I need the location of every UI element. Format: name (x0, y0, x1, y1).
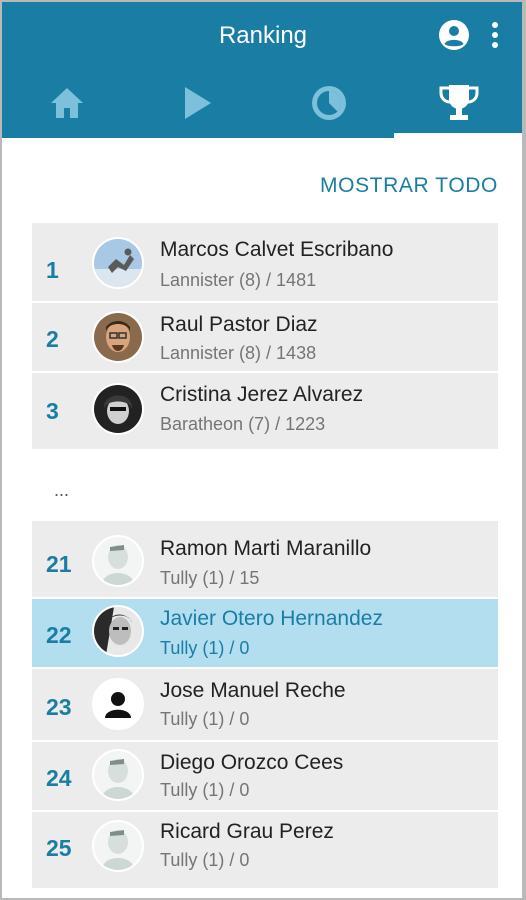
player-detail: Baratheon (7) / 1223 (160, 414, 326, 434)
player-detail: Tully (1) / 15 (160, 568, 260, 588)
ranking-row[interactable]: 2 Raul Pastor Diaz Lannister (8) / 1438 (32, 303, 498, 371)
player-name: Raul Pastor Diaz (160, 313, 318, 336)
player-name: Cristina Jerez Alvarez (160, 383, 364, 406)
player-name: Javier Otero Hernandez (160, 607, 383, 630)
rank-number: 22 (46, 622, 72, 648)
timer-icon (307, 81, 351, 125)
rank-number: 3 (46, 398, 59, 424)
trophy-icon (437, 81, 481, 125)
player-detail: Tully (1) / 0 (160, 850, 250, 870)
avatar (92, 820, 144, 872)
show-all-button[interactable]: MOSTRAR TODO (320, 174, 498, 198)
player-detail: Tully (1) / 0 (160, 780, 250, 800)
play-icon (177, 83, 217, 123)
avatar-placeholder-icon (92, 678, 144, 730)
player-name: Ricard Grau Perez (160, 820, 334, 843)
avatar (92, 535, 144, 587)
ranking-row-current-user[interactable]: 22 Javier Otero Hernandez Tully (1) / 0 (32, 599, 498, 667)
player-name: Ramon Marti Maranillo (160, 537, 372, 560)
ranking-row[interactable]: 3 Cristina Jerez Alvarez Baratheon (7) /… (32, 373, 498, 449)
app-frame: Ranking MOSTRAR TODO 1 Marcos Calvet Esc… (0, 0, 526, 900)
account-circle-icon[interactable] (438, 19, 470, 51)
more-vertical-icon[interactable] (487, 19, 503, 51)
avatar (92, 237, 144, 289)
rank-number: 21 (46, 551, 72, 577)
player-detail: Tully (1) / 0 (160, 638, 250, 658)
ranking-row[interactable]: 1 Marcos Calvet Escribano Lannister (8) … (32, 223, 498, 301)
active-tab-indicator (394, 133, 522, 138)
avatar (92, 749, 144, 801)
rank-number: 1 (46, 257, 59, 283)
tab-home[interactable] (2, 72, 132, 134)
rank-number: 25 (46, 835, 72, 861)
avatar (92, 605, 144, 657)
rank-number: 24 (46, 765, 72, 791)
home-icon (47, 83, 87, 123)
list-gap-ellipsis: ... (54, 480, 70, 500)
avatar (92, 311, 144, 363)
player-detail: Lannister (8) / 1438 (160, 343, 317, 363)
player-name: Jose Manuel Reche (160, 679, 346, 702)
player-detail: Tully (1) / 0 (160, 709, 250, 729)
app-bar: Ranking (2, 2, 522, 138)
ranking-row[interactable]: 24 Diego Orozco Cees Tully (1) / 0 (32, 742, 498, 810)
ranking-row[interactable]: 25 Ricard Grau Perez Tully (1) / 0 (32, 812, 498, 888)
avatar (92, 383, 144, 435)
tab-timer[interactable] (264, 72, 394, 134)
rank-number: 2 (46, 326, 59, 352)
ranking-row[interactable]: 23 Jose Manuel Reche Tully (1) / 0 (32, 669, 498, 740)
tab-play[interactable] (132, 72, 262, 134)
tab-ranking[interactable] (394, 72, 522, 134)
player-detail: Lannister (8) / 1481 (160, 270, 317, 290)
player-name: Diego Orozco Cees (160, 751, 344, 774)
player-name: Marcos Calvet Escribano (160, 238, 394, 261)
ranking-row[interactable]: 21 Ramon Marti Maranillo Tully (1) / 15 (32, 521, 498, 597)
rank-number: 23 (46, 694, 72, 720)
